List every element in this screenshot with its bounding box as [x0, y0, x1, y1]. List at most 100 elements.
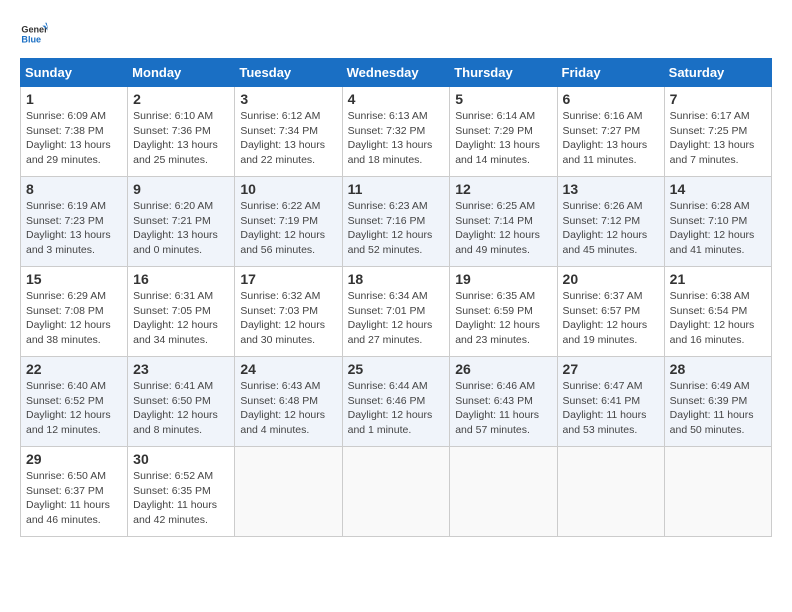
day-info: Sunrise: 6:23 AM Sunset: 7:16 PM Dayligh… [348, 199, 445, 258]
day-info: Sunrise: 6:49 AM Sunset: 6:39 PM Dayligh… [670, 379, 766, 438]
day-info: Sunrise: 6:47 AM Sunset: 6:41 PM Dayligh… [563, 379, 659, 438]
calendar-cell: 13Sunrise: 6:26 AM Sunset: 7:12 PM Dayli… [557, 177, 664, 267]
calendar-cell: 6Sunrise: 6:16 AM Sunset: 7:27 PM Daylig… [557, 87, 664, 177]
day-info: Sunrise: 6:26 AM Sunset: 7:12 PM Dayligh… [563, 199, 659, 258]
day-number: 30 [133, 451, 229, 467]
day-info: Sunrise: 6:46 AM Sunset: 6:43 PM Dayligh… [455, 379, 551, 438]
day-info: Sunrise: 6:40 AM Sunset: 6:52 PM Dayligh… [26, 379, 122, 438]
day-info: Sunrise: 6:44 AM Sunset: 6:46 PM Dayligh… [348, 379, 445, 438]
day-number: 25 [348, 361, 445, 377]
calendar-cell: 29Sunrise: 6:50 AM Sunset: 6:37 PM Dayli… [21, 447, 128, 537]
day-info: Sunrise: 6:34 AM Sunset: 7:01 PM Dayligh… [348, 289, 445, 348]
calendar-cell: 10 Sunrise: 6:22 AM Sunset: 7:19 PM Dayli… [235, 177, 342, 267]
header-saturday: Saturday [664, 59, 771, 87]
logo-icon: General Blue [20, 20, 48, 48]
day-info: Sunrise: 6:28 AM Sunset: 7:10 PM Dayligh… [670, 199, 766, 258]
day-number: 9 [133, 181, 229, 197]
day-number: 8 [26, 181, 122, 197]
day-number: 2 [133, 91, 229, 107]
header-sunday: Sunday [21, 59, 128, 87]
day-number: 28 [670, 361, 766, 377]
day-info: Sunrise: 6:31 AM Sunset: 7:05 PM Dayligh… [133, 289, 229, 348]
day-number: 4 [348, 91, 445, 107]
logo: General Blue [20, 20, 52, 48]
day-number: 21 [670, 271, 766, 287]
calendar-cell [664, 447, 771, 537]
day-info: Sunrise: 6:38 AM Sunset: 6:54 PM Dayligh… [670, 289, 766, 348]
calendar-cell: 22 Sunrise: 6:40 AM Sunset: 6:52 PM Dayli… [21, 357, 128, 447]
header-tuesday: Tuesday [235, 59, 342, 87]
day-number: 22 [26, 361, 122, 377]
day-info: Sunrise: 6:22 AM Sunset: 7:19 PM Dayligh… [240, 199, 336, 258]
calendar-week-row: 8 Sunrise: 6:19 AM Sunset: 7:23 PM Daylig… [21, 177, 772, 267]
calendar-cell: 24 Sunrise: 6:43 AM Sunset: 6:48 PM Dayli… [235, 357, 342, 447]
day-number: 19 [455, 271, 551, 287]
calendar-cell: 17Sunrise: 6:32 AM Sunset: 7:03 PM Dayli… [235, 267, 342, 357]
day-number: 5 [455, 91, 551, 107]
day-info: Sunrise: 6:13 AM Sunset: 7:32 PM Dayligh… [348, 109, 445, 168]
day-info: Sunrise: 6:19 AM Sunset: 7:23 PM Dayligh… [26, 199, 122, 258]
day-number: 15 [26, 271, 122, 287]
calendar-week-row: 1 Sunrise: 6:09 AM Sunset: 7:38 PM Daylig… [21, 87, 772, 177]
calendar-cell: 3Sunrise: 6:12 AM Sunset: 7:34 PM Daylig… [235, 87, 342, 177]
calendar-cell: 30 Sunrise: 6:52 AM Sunset: 6:35 PM Dayli… [128, 447, 235, 537]
day-info: Sunrise: 6:12 AM Sunset: 7:34 PM Dayligh… [240, 109, 336, 168]
calendar-cell: 23 Sunrise: 6:41 AM Sunset: 6:50 PM Dayli… [128, 357, 235, 447]
day-number: 26 [455, 361, 551, 377]
calendar-cell: 18 Sunrise: 6:34 AM Sunset: 7:01 PM Dayli… [342, 267, 450, 357]
day-info: Sunrise: 6:37 AM Sunset: 6:57 PM Dayligh… [563, 289, 659, 348]
calendar-cell: 2 Sunrise: 6:10 AM Sunset: 7:36 PM Daylig… [128, 87, 235, 177]
calendar-week-row: 29Sunrise: 6:50 AM Sunset: 6:37 PM Dayli… [21, 447, 772, 537]
day-number: 23 [133, 361, 229, 377]
day-number: 18 [348, 271, 445, 287]
calendar-cell [342, 447, 450, 537]
day-number: 11 [348, 181, 445, 197]
calendar-cell: 4 Sunrise: 6:13 AM Sunset: 7:32 PM Daylig… [342, 87, 450, 177]
calendar-header-row: SundayMondayTuesdayWednesdayThursdayFrid… [21, 59, 772, 87]
day-info: Sunrise: 6:20 AM Sunset: 7:21 PM Dayligh… [133, 199, 229, 258]
day-info: Sunrise: 6:52 AM Sunset: 6:35 PM Dayligh… [133, 469, 229, 528]
day-number: 6 [563, 91, 659, 107]
calendar-cell: 1 Sunrise: 6:09 AM Sunset: 7:38 PM Daylig… [21, 87, 128, 177]
calendar-cell: 16Sunrise: 6:31 AM Sunset: 7:05 PM Dayli… [128, 267, 235, 357]
day-info: Sunrise: 6:25 AM Sunset: 7:14 PM Dayligh… [455, 199, 551, 258]
calendar-cell: 15 Sunrise: 6:29 AM Sunset: 7:08 PM Dayli… [21, 267, 128, 357]
day-number: 1 [26, 91, 122, 107]
calendar-week-row: 15 Sunrise: 6:29 AM Sunset: 7:08 PM Dayli… [21, 267, 772, 357]
day-info: Sunrise: 6:10 AM Sunset: 7:36 PM Dayligh… [133, 109, 229, 168]
calendar-cell [557, 447, 664, 537]
header-friday: Friday [557, 59, 664, 87]
calendar-cell: 19 Sunrise: 6:35 AM Sunset: 6:59 PM Dayli… [450, 267, 557, 357]
day-info: Sunrise: 6:41 AM Sunset: 6:50 PM Dayligh… [133, 379, 229, 438]
day-info: Sunrise: 6:17 AM Sunset: 7:25 PM Dayligh… [670, 109, 766, 168]
calendar-cell: 26 Sunrise: 6:46 AM Sunset: 6:43 PM Dayli… [450, 357, 557, 447]
calendar-cell: 21 Sunrise: 6:38 AM Sunset: 6:54 PM Dayli… [664, 267, 771, 357]
day-number: 24 [240, 361, 336, 377]
header-monday: Monday [128, 59, 235, 87]
calendar-cell: 7 Sunrise: 6:17 AM Sunset: 7:25 PM Daylig… [664, 87, 771, 177]
calendar-cell [450, 447, 557, 537]
calendar-table: SundayMondayTuesdayWednesdayThursdayFrid… [20, 58, 772, 537]
calendar-cell: 27 Sunrise: 6:47 AM Sunset: 6:41 PM Dayli… [557, 357, 664, 447]
day-info: Sunrise: 6:43 AM Sunset: 6:48 PM Dayligh… [240, 379, 336, 438]
svg-text:Blue: Blue [21, 34, 41, 44]
day-number: 7 [670, 91, 766, 107]
page-header: General Blue [20, 20, 772, 48]
calendar-cell: 9 Sunrise: 6:20 AM Sunset: 7:21 PM Daylig… [128, 177, 235, 267]
day-info: Sunrise: 6:29 AM Sunset: 7:08 PM Dayligh… [26, 289, 122, 348]
day-number: 10 [240, 181, 336, 197]
day-info: Sunrise: 6:35 AM Sunset: 6:59 PM Dayligh… [455, 289, 551, 348]
header-thursday: Thursday [450, 59, 557, 87]
day-info: Sunrise: 6:32 AM Sunset: 7:03 PM Dayligh… [240, 289, 336, 348]
calendar-week-row: 22 Sunrise: 6:40 AM Sunset: 6:52 PM Dayli… [21, 357, 772, 447]
day-number: 20 [563, 271, 659, 287]
day-number: 27 [563, 361, 659, 377]
calendar-cell: 28 Sunrise: 6:49 AM Sunset: 6:39 PM Dayli… [664, 357, 771, 447]
day-info: Sunrise: 6:09 AM Sunset: 7:38 PM Dayligh… [26, 109, 122, 168]
day-number: 14 [670, 181, 766, 197]
calendar-cell: 12Sunrise: 6:25 AM Sunset: 7:14 PM Dayli… [450, 177, 557, 267]
day-info: Sunrise: 6:50 AM Sunset: 6:37 PM Dayligh… [26, 469, 122, 528]
header-wednesday: Wednesday [342, 59, 450, 87]
calendar-cell: 8 Sunrise: 6:19 AM Sunset: 7:23 PM Daylig… [21, 177, 128, 267]
calendar-cell [235, 447, 342, 537]
